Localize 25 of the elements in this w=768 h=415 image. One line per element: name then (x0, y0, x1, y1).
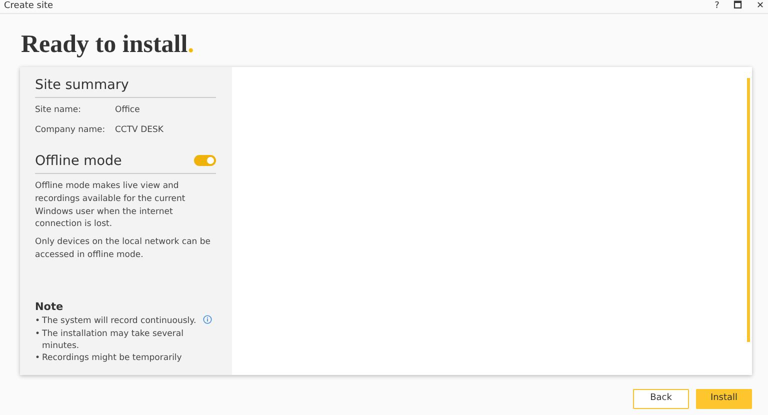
bullet: • (35, 328, 42, 341)
help-button[interactable]: ? (714, 2, 720, 11)
note-text: Recordings might be temporarily (42, 352, 182, 364)
field-label: Company name: (35, 124, 106, 137)
note-title: Note (35, 300, 64, 314)
info-icon[interactable] (203, 315, 212, 324)
toggle-switch[interactable] (194, 155, 216, 166)
bullet: • (35, 352, 42, 364)
field-value: Office (115, 104, 140, 117)
section-title: Site summary (35, 76, 129, 95)
field-label: Site name: (35, 104, 82, 117)
close-button[interactable]: ✕ (756, 2, 764, 11)
install-button[interactable]: Install (696, 389, 752, 409)
window-title: Create site (4, 0, 54, 13)
description-text: Offline mode makes live view and recordings available for the current Windows user when the internet connection is lost. (35, 180, 186, 231)
note-text: The system will record continuously. (42, 316, 196, 326)
section-title: Offline mode (35, 152, 122, 171)
scrollbar[interactable] (747, 78, 750, 342)
back-button[interactable]: Back (633, 389, 689, 409)
maximize-button[interactable]: 🗖 (733, 2, 742, 11)
page-heading: Ready to install. (21, 30, 195, 60)
bullet: • (35, 315, 42, 328)
field-value: CCTV DESK (115, 124, 164, 137)
note-text: The installation may take several minutes. (42, 328, 184, 352)
description-text: Only devices on the local network can be accessed in offline mode. (35, 236, 212, 262)
